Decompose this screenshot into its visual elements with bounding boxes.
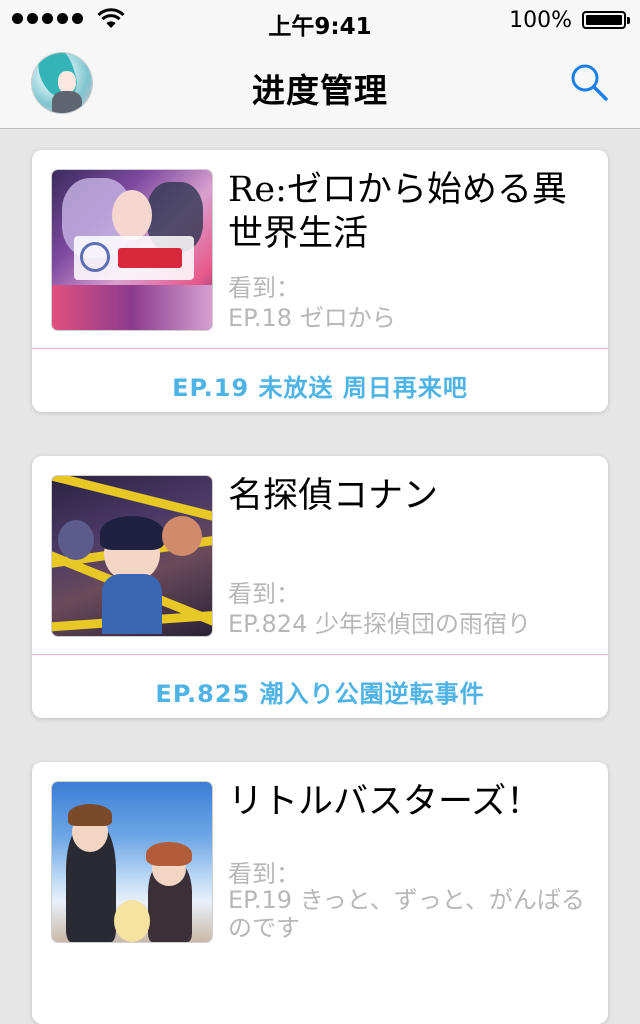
navigation-bar: 上午9:41 100% 进度管理	[0, 0, 640, 129]
anime-card[interactable]: 名探偵コナン 看到： EP.824 少年探偵団の雨宿り EP.825 潮入り公園…	[32, 456, 608, 718]
watched-label: 看到：	[228, 274, 300, 302]
anime-title: Re:ゼロから始める異世界生活	[228, 170, 567, 254]
anime-cover-image	[52, 170, 212, 330]
watched-label: 看到：	[228, 580, 300, 608]
page-title: 进度管理	[252, 71, 388, 110]
anime-title: 名探偵コナン	[228, 476, 439, 516]
status-bar: 上午9:41 100%	[0, 0, 640, 40]
next-episode-button[interactable]: EP.825 潮入り公園逆転事件	[32, 674, 608, 709]
anime-cover-image	[52, 782, 212, 942]
next-episode-button[interactable]: EP.19 未放送 周日再来吧	[32, 368, 608, 403]
anime-card[interactable]: Re:ゼロから始める異世界生活 看到： EP.18 ゼロから EP.19 未放送…	[32, 150, 608, 412]
battery-icon	[582, 11, 630, 29]
watched-episode: EP.824 少年探偵団の雨宿り	[228, 610, 531, 638]
watched-episode: EP.19 きっと、ずっと、がんばるのです	[228, 886, 585, 942]
anime-cover-image	[52, 476, 212, 636]
search-icon[interactable]	[568, 62, 610, 104]
divider	[32, 348, 608, 349]
watched-episode: EP.18 ゼロから	[228, 304, 396, 332]
battery-percentage: 100%	[509, 8, 572, 33]
anime-title: リトルバスターズ！	[228, 782, 542, 822]
anime-card[interactable]: リトルバスターズ！ 看到： EP.19 きっと、ずっと、がんばるのです	[32, 762, 608, 1024]
watched-label: 看到：	[228, 860, 300, 888]
divider	[32, 654, 608, 655]
